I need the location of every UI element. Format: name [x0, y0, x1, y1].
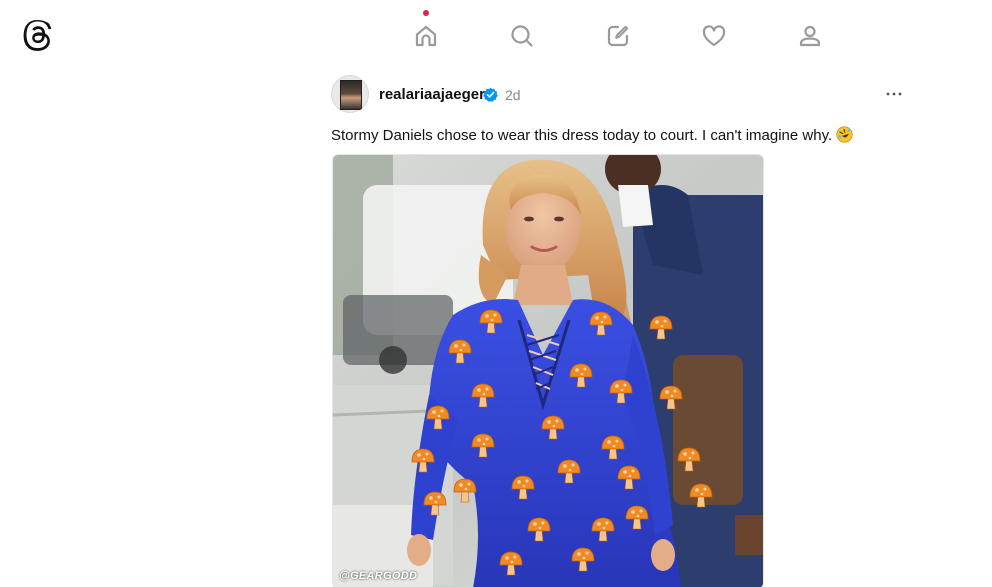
nav-home[interactable] — [378, 10, 474, 62]
avatar-image — [340, 80, 362, 110]
person-icon — [799, 25, 821, 47]
thread-post: realariaajaeger 2d Stormy Daniels chose … — [331, 74, 911, 587]
post-caption: Stormy Daniels chose to wear this dress … — [331, 126, 853, 144]
notification-dot — [423, 10, 429, 16]
more-icon — [886, 92, 902, 96]
post-caption-text: Stormy Daniels chose to wear this dress … — [331, 127, 833, 144]
nav-create[interactable] — [570, 10, 666, 62]
avatar[interactable] — [331, 75, 369, 113]
image-watermark: @GEARGODD — [339, 570, 418, 582]
heart-icon — [702, 25, 726, 47]
threads-logo-icon[interactable] — [22, 18, 54, 52]
post-photo — [333, 155, 763, 587]
compose-icon — [607, 25, 629, 47]
home-icon — [415, 25, 437, 47]
post-header: realariaajaeger 2d — [331, 74, 911, 116]
nav-activity[interactable] — [666, 10, 762, 62]
more-options-button[interactable] — [884, 85, 904, 103]
post-image[interactable]: @GEARGODD — [332, 154, 764, 587]
nav-profile[interactable] — [762, 10, 858, 62]
threads-page: realariaajaeger 2d Stormy Daniels chose … — [0, 0, 992, 587]
search-icon — [511, 25, 533, 47]
post-username[interactable]: realariaajaeger — [379, 86, 485, 103]
rolling-on-floor-laughing-emoji — [836, 126, 853, 143]
top-navigation — [378, 10, 858, 62]
post-timestamp: 2d — [505, 87, 521, 103]
nav-search[interactable] — [474, 10, 570, 62]
verified-badge-icon — [483, 87, 498, 102]
